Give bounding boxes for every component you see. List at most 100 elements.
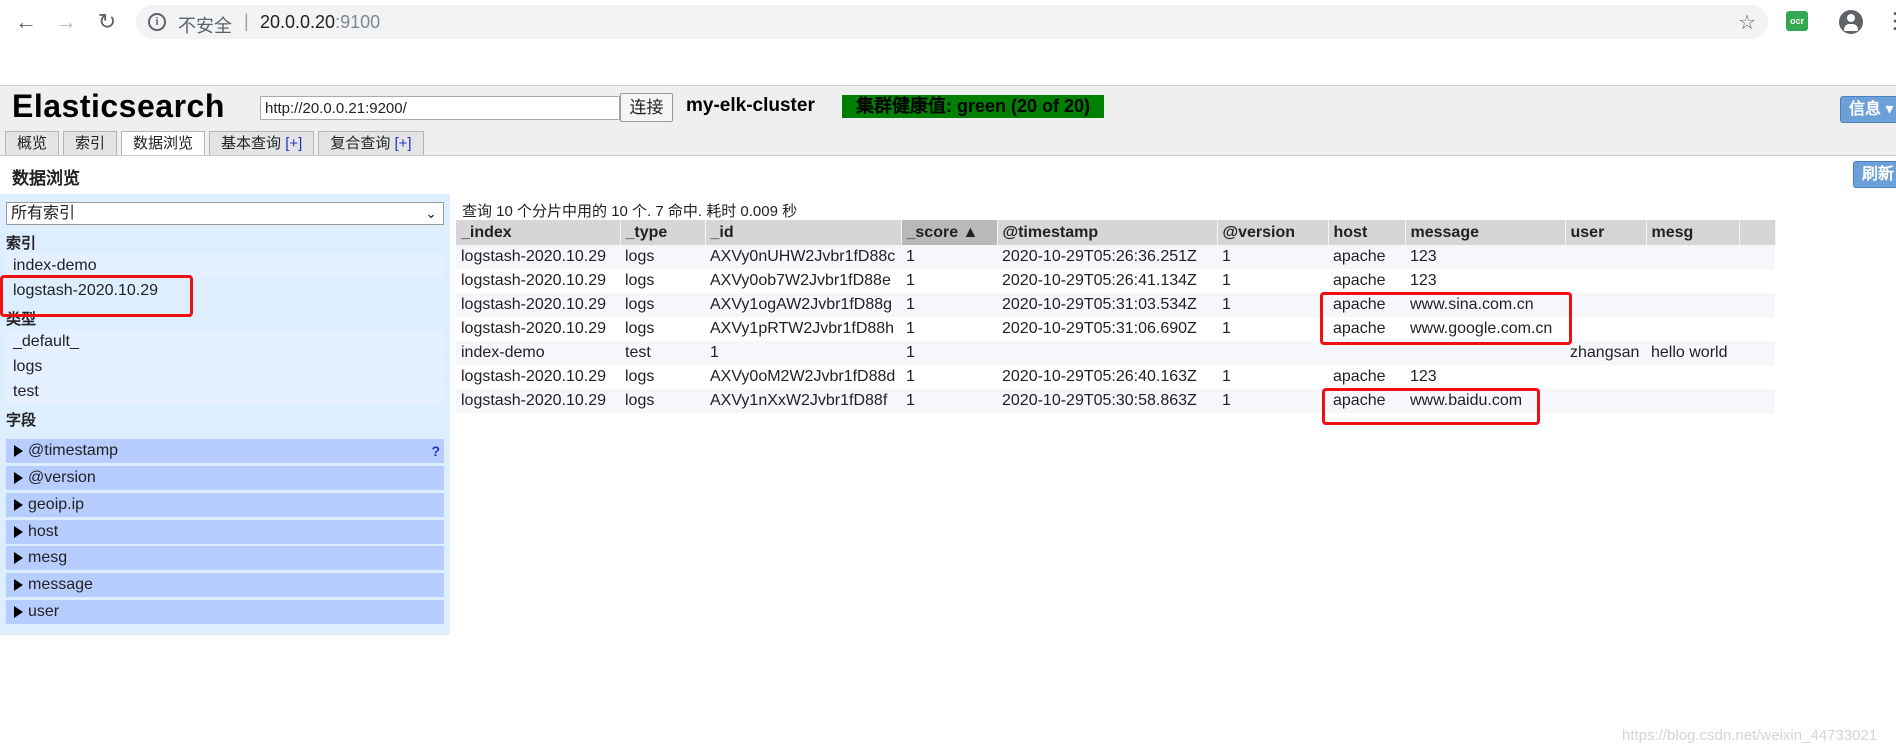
results-header-row: _index _type _id _score ▲ @timestamp @ve…: [456, 220, 1776, 245]
expand-triangle-icon: [14, 579, 23, 591]
table-cell: logs: [620, 245, 705, 269]
sidebar-item-type[interactable]: logs: [6, 355, 444, 379]
table-cell: 1: [901, 389, 997, 413]
indices-heading: 索引: [6, 235, 37, 252]
tab-add-icon[interactable]: [+]: [285, 135, 302, 152]
column-header[interactable]: _id: [705, 220, 902, 245]
column-header[interactable]: _score ▲: [901, 220, 998, 245]
table-cell: 1: [1217, 293, 1328, 317]
field-item[interactable]: user: [6, 600, 444, 624]
table-cell: 1: [901, 365, 997, 389]
table-cell-spacer: [1739, 389, 1775, 413]
expand-triangle-icon: [14, 526, 23, 538]
table-cell: [1646, 269, 1739, 293]
address-bar[interactable]: i 不安全 | 20.0.0.20:9100 ☆: [136, 5, 1768, 39]
column-header[interactable]: @version: [1217, 220, 1329, 245]
expand-triangle-icon: [14, 445, 23, 457]
column-header[interactable]: user: [1565, 220, 1647, 245]
column-header[interactable]: host: [1328, 220, 1406, 245]
table-cell: test: [620, 341, 705, 365]
url-text[interactable]: 20.0.0.20:9100: [260, 12, 380, 33]
app-title: Elasticsearch: [12, 88, 225, 124]
table-cell: hello world: [1646, 341, 1739, 365]
profile-avatar-icon[interactable]: [1839, 10, 1863, 34]
tab-basic-query[interactable]: 基本查询 [+]: [209, 131, 315, 156]
table-row[interactable]: logstash-2020.10.29 logs AXVy0oM2W2Jvbr1fD…: [456, 365, 1775, 389]
sidebar-item-type[interactable]: _default_: [6, 330, 444, 354]
table-row[interactable]: logstash-2020.10.29 logs AXVy1pRTW2Jvbr1fD…: [456, 317, 1775, 341]
expand-triangle-icon: [14, 499, 23, 511]
security-label: 不安全: [178, 16, 232, 36]
table-cell: logs: [620, 389, 705, 413]
field-item[interactable]: @version: [6, 466, 444, 490]
table-cell-spacer: [1739, 317, 1775, 341]
reload-icon[interactable]: ↻: [93, 8, 121, 36]
table-cell: [1565, 293, 1646, 317]
results-table: _index _type _id _score ▲ @timestamp @ve…: [456, 220, 1776, 413]
bookmark-star-icon[interactable]: ☆: [1738, 10, 1756, 35]
table-row[interactable]: logstash-2020.10.29 logs AXVy0nUHW2Jvbr1fD…: [456, 245, 1775, 269]
table-cell: logs: [620, 365, 705, 389]
table-row[interactable]: logstash-2020.10.29 logs AXVy1ogAW2Jvbr1fD…: [456, 293, 1775, 317]
query-summary: 查询 10 个分片中用的 10 个. 7 命中. 耗时 0.009 秒: [462, 203, 798, 220]
connect-button[interactable]: 连接: [620, 93, 673, 122]
tab-label: 复合查询: [330, 135, 395, 152]
section-header: 数据浏览 刷新: [0, 155, 1896, 193]
field-label: host: [28, 523, 59, 540]
sidebar: 所有索引 ⌄ 索引 index-demo logstash-2020.10.29…: [0, 194, 450, 635]
tab-compound-query[interactable]: 复合查询 [+]: [318, 131, 424, 156]
table-row[interactable]: index-demo test 1 1 zhangsan hello world: [456, 341, 1775, 365]
table-cell: AXVy0ob7W2Jvbr1fD88e: [705, 269, 901, 293]
column-header[interactable]: _type: [620, 220, 706, 245]
table-cell: AXVy1ogAW2Jvbr1fD88g: [705, 293, 901, 317]
extension-icon[interactable]: ocr: [1786, 11, 1808, 31]
column-header[interactable]: mesg: [1646, 220, 1740, 245]
tab-label: 索引: [75, 135, 106, 152]
info-button[interactable]: 信息 ▾: [1840, 96, 1896, 123]
kebab-menu-icon[interactable]: ⋮: [1884, 10, 1896, 32]
field-label: mesg: [28, 549, 68, 566]
results-body: logstash-2020.10.29 logs AXVy0nUHW2Jvbr1fD…: [456, 245, 1775, 413]
cluster-url-input[interactable]: [260, 96, 620, 120]
table-row[interactable]: logstash-2020.10.29 logs AXVy1nXxW2Jvbr1fD…: [456, 389, 1775, 413]
tab-indices[interactable]: 索引: [63, 131, 118, 156]
table-cell: AXVy0oM2W2Jvbr1fD88d: [705, 365, 901, 389]
table-cell: zhangsan: [1565, 341, 1646, 365]
table-cell: AXVy1pRTW2Jvbr1fD88h: [705, 317, 901, 341]
table-cell: AXVy0nUHW2Jvbr1fD88c: [705, 245, 901, 269]
info-icon[interactable]: i: [148, 13, 166, 31]
field-item[interactable]: geoip.ip: [6, 493, 444, 517]
tab-overview[interactable]: 概览: [5, 131, 60, 156]
index-select-value: 所有索引: [11, 205, 76, 222]
tab-data-browse[interactable]: 数据浏览: [121, 131, 206, 157]
table-cell: 2020-10-29T05:26:41.134Z: [997, 269, 1217, 293]
column-header[interactable]: _index: [456, 220, 621, 245]
table-cell: 1: [1217, 269, 1328, 293]
table-cell: AXVy1nXxW2Jvbr1fD88f: [705, 389, 901, 413]
expand-triangle-icon: [14, 472, 23, 484]
table-cell: 1: [1217, 245, 1328, 269]
table-cell: [1565, 365, 1646, 389]
table-cell: [1646, 365, 1739, 389]
help-icon[interactable]: ?: [431, 439, 440, 463]
refresh-button[interactable]: 刷新: [1853, 161, 1896, 188]
tab-add-icon[interactable]: [+]: [395, 135, 412, 152]
table-row[interactable]: logstash-2020.10.29 logs AXVy0ob7W2Jvbr1fD…: [456, 269, 1775, 293]
cluster-health-badge: 集群健康值: green (20 of 20): [842, 95, 1105, 118]
sidebar-item-type[interactable]: test: [6, 380, 444, 404]
table-cell-spacer: [1739, 245, 1775, 269]
page-title: 数据浏览: [12, 169, 80, 188]
field-item[interactable]: mesg: [6, 546, 444, 570]
arrow-left-icon[interactable]: ←: [12, 8, 40, 36]
arrow-right-icon[interactable]: →: [52, 8, 80, 36]
expand-triangle-icon: [14, 552, 23, 564]
table-cell: apache: [1328, 269, 1405, 293]
table-cell: 123: [1405, 245, 1565, 269]
index-select[interactable]: 所有索引 ⌄: [6, 202, 444, 225]
column-header[interactable]: @timestamp: [997, 220, 1218, 245]
table-cell: logstash-2020.10.29: [456, 293, 620, 317]
field-item[interactable]: message: [6, 573, 444, 597]
field-item[interactable]: @timestamp?: [6, 439, 444, 463]
field-item[interactable]: host: [6, 520, 444, 544]
column-header[interactable]: message: [1405, 220, 1566, 245]
